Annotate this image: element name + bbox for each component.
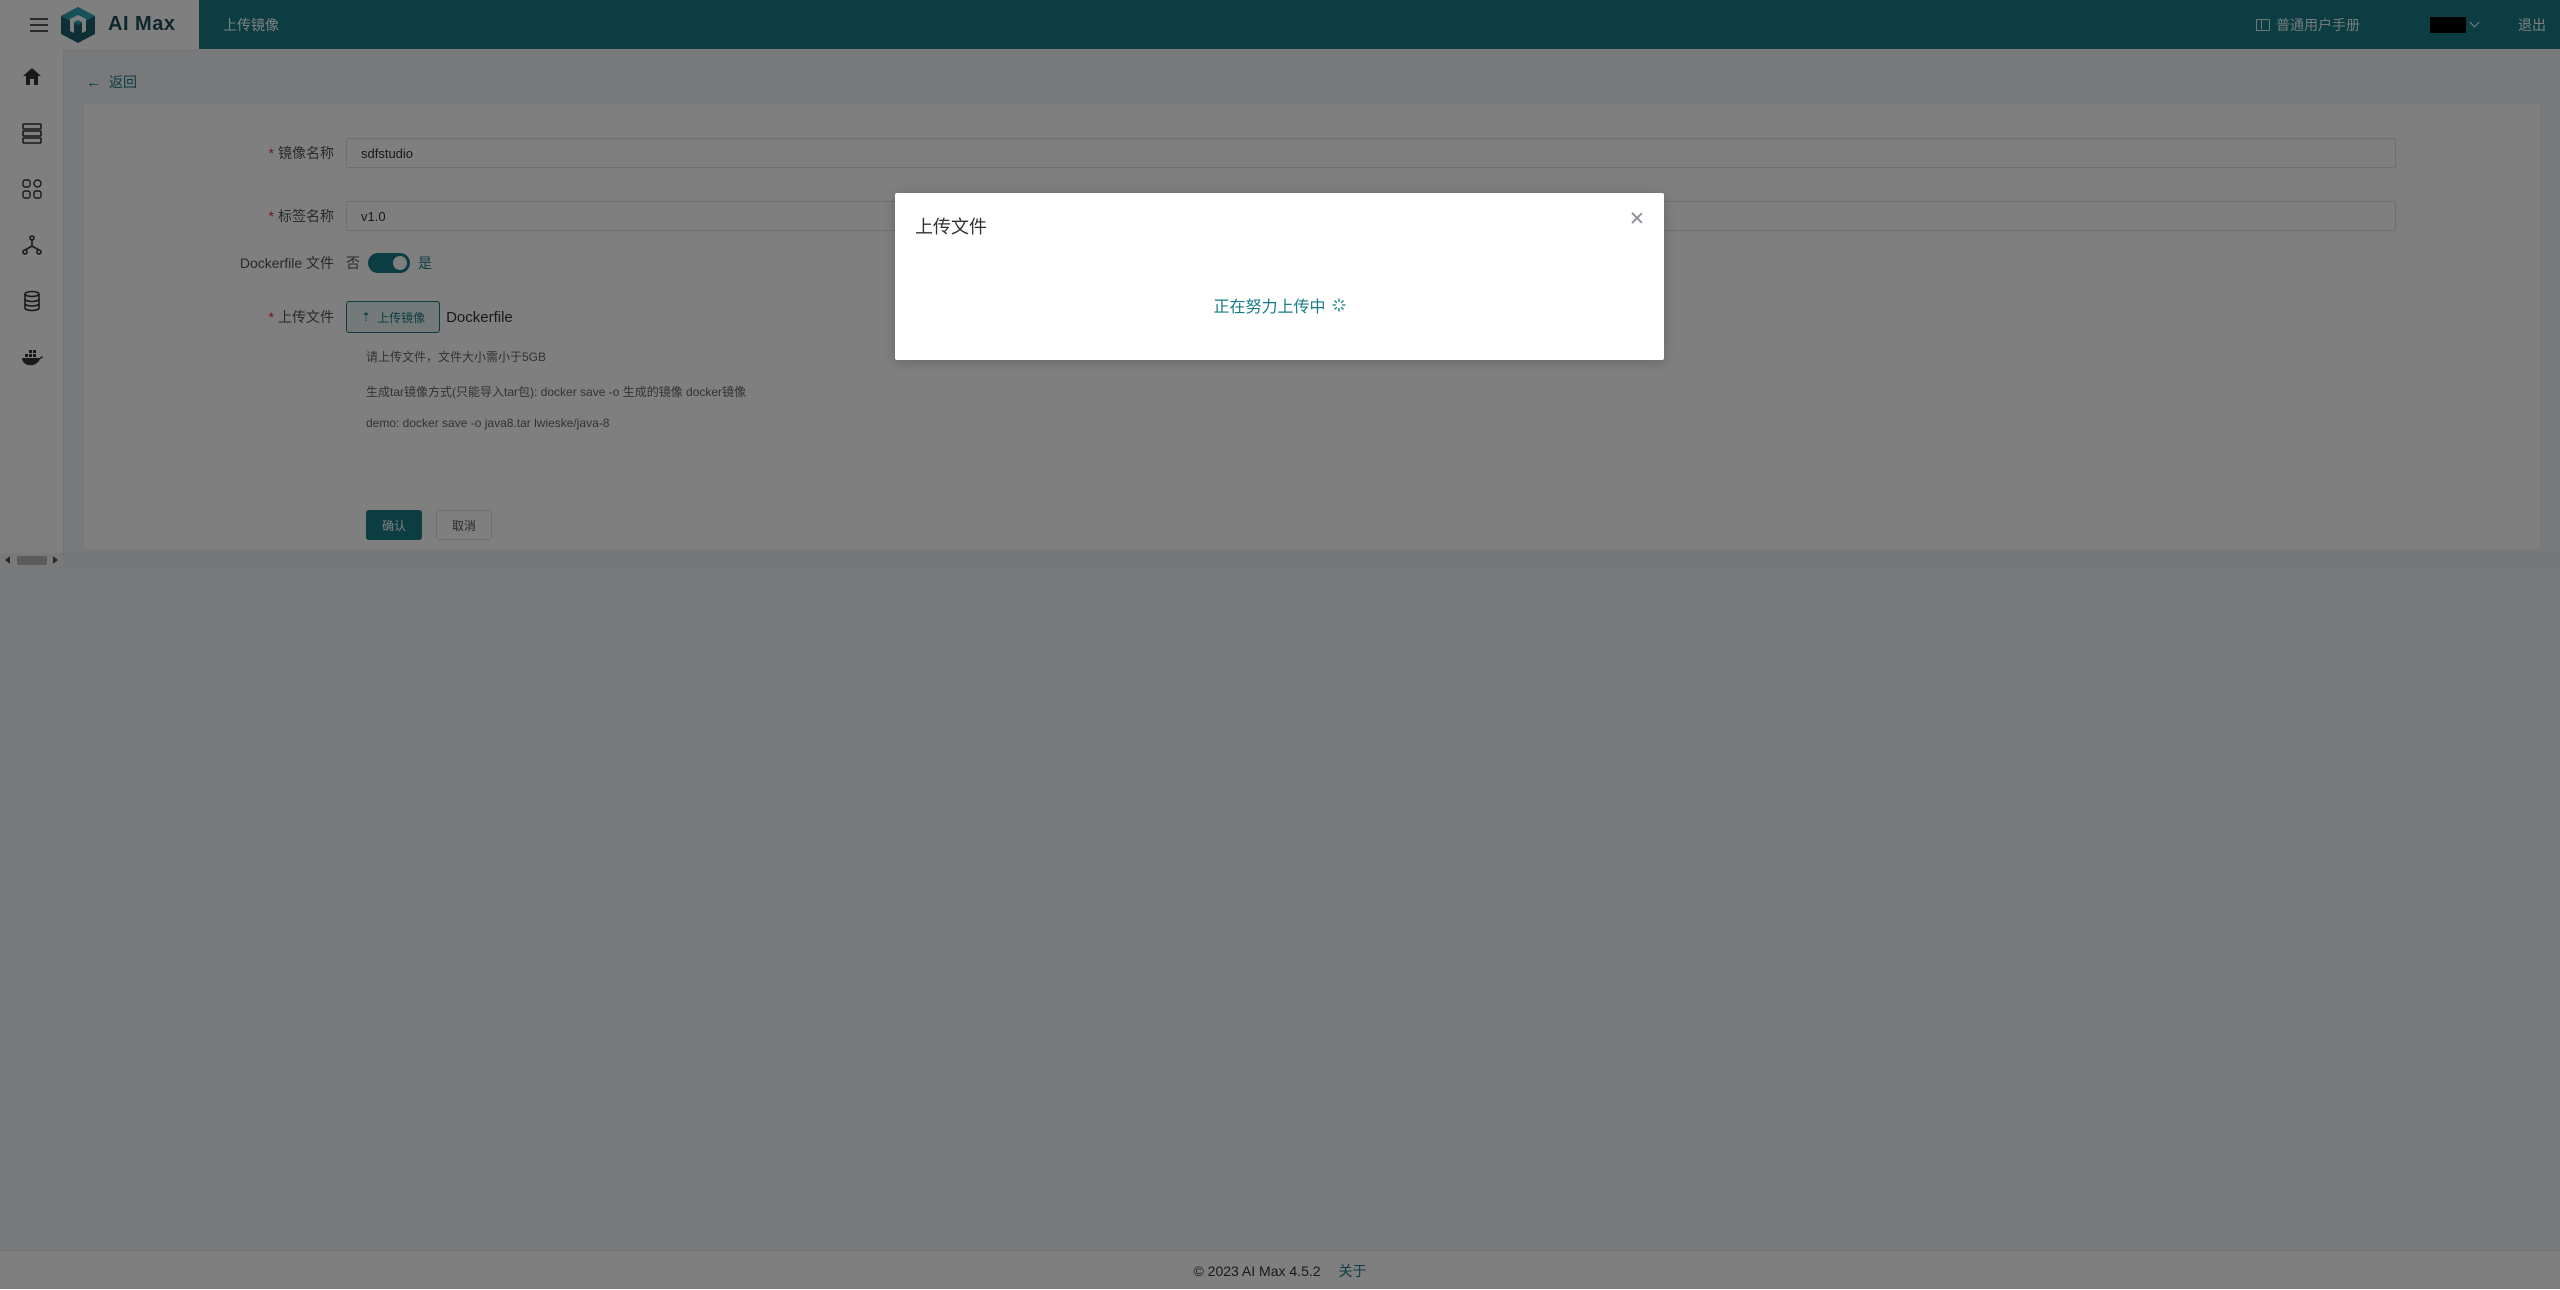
dialog-title: 上传文件 — [915, 217, 987, 237]
loading-spinner-icon — [1331, 298, 1346, 312]
close-icon[interactable] — [1630, 211, 1644, 225]
upload-dialog: 上传文件 正在努力上传中 — [895, 193, 1664, 360]
upload-status-text: 正在努力上传中 — [1213, 299, 1326, 316]
upload-status: 正在努力上传中 — [895, 293, 1664, 317]
